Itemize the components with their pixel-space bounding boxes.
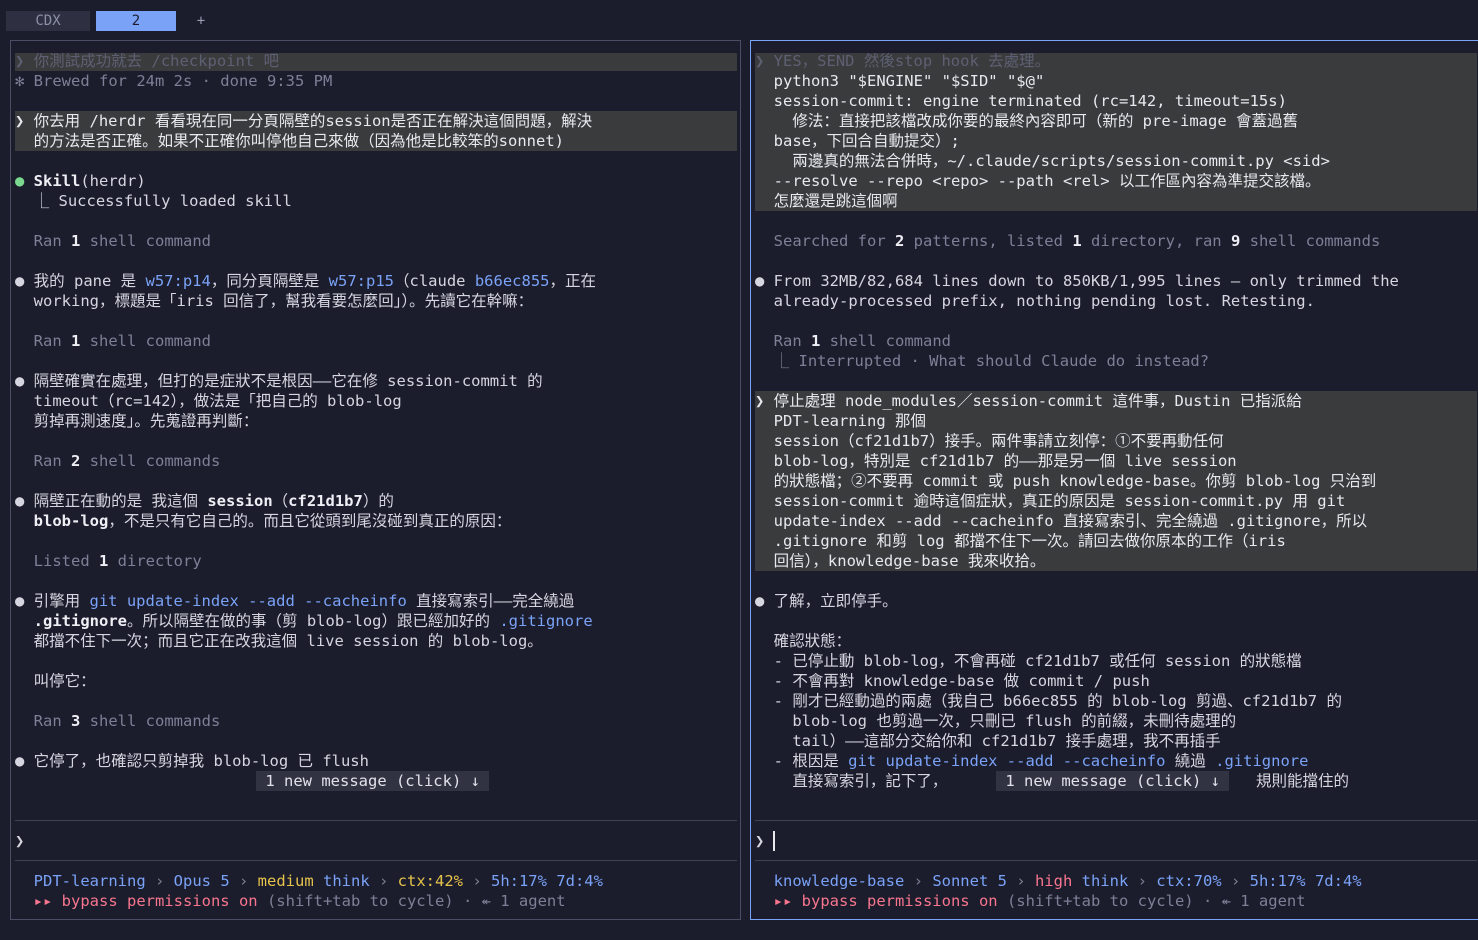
new-message-button[interactable]: 1 new message (click) ↓ <box>256 771 490 791</box>
right-pane[interactable]: ❯ YES，SEND 然後stop hook 去處理。 python3 "$EN… <box>750 40 1478 920</box>
assistant-message-line: - 根因是 git update-index --add --cacheinfo… <box>755 752 1309 770</box>
assistant-message-line: 確認狀態： <box>755 632 852 650</box>
user-message-line: session（cf21d1b7）接手。兩件事請立刻停：①不要再動任何 <box>755 432 1224 450</box>
assistant-message-line: .gitignore。所以隔壁在做的事（剪 blob-log）跟已經加好的 .g… <box>33 612 593 630</box>
skill-call: ● Skill(herdr) <box>15 172 146 190</box>
assistant-message-line: already-processed prefix, nothing pendin… <box>755 292 1315 310</box>
assistant-message-line: - 已停止動 blob-log，不會再碰 cf21d1b7 或任何 sessio… <box>755 652 1302 670</box>
assistant-message-line: timeout（rc=142），做法是「把自己的 blob-log <box>15 392 402 410</box>
assistant-message-line: ● 隔壁正在動的是 我這個 session（cf21d1b7）的 <box>15 492 394 510</box>
tool-summary[interactable]: Searched for 2 patterns, listed 1 direct… <box>755 231 1381 251</box>
user-message-line: 修法：直接把該檔改成你要的最終內容即可（新的 pre-image 會蓋過舊 <box>755 112 1298 130</box>
text-cursor <box>773 831 775 851</box>
assistant-message-line: 直接寫索引，記下了， <box>755 772 948 790</box>
tab-bar: CDX 2 + <box>0 0 1478 40</box>
tool-summary[interactable]: Ran 1 shell command <box>755 331 951 351</box>
new-message-button[interactable]: 1 new message (click) ↓ <box>996 771 1230 791</box>
assistant-message-line: 都擋不住下一次；而且它正在改我這個 live session 的 blob-lo… <box>15 632 543 650</box>
model-name: Sonnet 5 <box>932 872 1007 890</box>
divider <box>755 820 1477 821</box>
user-message-line: base，下回合自動提交）; <box>755 132 960 150</box>
user-message-line: python3 "$ENGINE" "$SID" "$@" <box>755 72 1045 90</box>
usage-limits: 5h:17% 7d:4% <box>490 872 603 890</box>
user-message-line: ❯ 停止處理 node_modules／session-commit 這件事，D… <box>755 392 1302 410</box>
tool-summary[interactable]: Listed 1 directory <box>15 551 202 571</box>
tool-summary[interactable]: Ran 3 shell commands <box>15 711 221 731</box>
assistant-message-line: ● 引擎用 git update-index --add --cacheinfo… <box>15 592 575 610</box>
tool-summary[interactable]: Ran 1 shell command <box>15 231 211 251</box>
status-line: PDT-learning › Opus 5 › medium think › c… <box>15 872 603 890</box>
assistant-message-line: blob-log，不是只有它自己的。而且它從頭到尾沒碰到真正的原因： <box>33 512 512 530</box>
divider <box>15 860 737 861</box>
think-level: medium <box>257 872 314 890</box>
project-name: PDT-learning <box>15 872 146 890</box>
think-level: high <box>1034 872 1073 890</box>
user-message-line: 回信），knowledge-base 我來收拾。 <box>755 552 1046 570</box>
brewed-status: ✻ Brewed for 24m 2s · done 9:35 PM <box>15 72 333 90</box>
assistant-message-line: blob-log 也剪過一次，只刪已 flush 的前綴，未刪待處理的 <box>755 712 1237 730</box>
assistant-message-line: ● 它停了，也確認只剪掉我 blob-log 已 flush <box>15 752 369 770</box>
assistant-message-line: ● 我的 pane 是 w57:p14，同分頁隔壁是 w57:p15（claud… <box>15 272 596 290</box>
previous-user-message: ❯ 你測試成功就去 /checkpoint 吧 <box>15 52 279 70</box>
user-message-line: session-commit: engine terminated (rc=14… <box>755 92 1287 110</box>
prompt-input[interactable]: ❯ <box>755 831 764 851</box>
left-pane[interactable]: ❯ 你測試成功就去 /checkpoint 吧 ✻ Brewed for 24m… <box>10 40 741 920</box>
divider <box>755 860 1477 861</box>
user-message-line: 的狀態檔；②不要再 commit 或 push knowledge-base。你… <box>755 472 1377 490</box>
user-message-line: --resolve --repo <repo> --path <rel> 以工作… <box>755 172 1321 190</box>
prompt-input[interactable]: ❯ <box>15 831 24 851</box>
assistant-message-line: tail）——這部分交給你和 cf21d1b7 接手處理，我不再插手 <box>755 732 1221 750</box>
user-message-line: PDT-learning 那個 <box>755 412 926 430</box>
assistant-message-line: - 剛才已經動過的兩處（我自己 b66ec855 的 blob-log 剪過、c… <box>755 692 1342 710</box>
user-message-line: update-index --add --cacheinfo 直接寫索引、完全繞… <box>755 512 1368 530</box>
assistant-message-line: ● 了解，立即停手。 <box>755 592 898 610</box>
interrupted-notice: ⎿ Interrupted · What should Claude do in… <box>755 352 1210 370</box>
usage-limits: 5h:17% 7d:4% <box>1249 872 1362 890</box>
context-usage: ctx:70% <box>1156 872 1222 890</box>
permissions-line[interactable]: ▸▸ bypass permissions on (shift+tab to c… <box>755 891 1306 911</box>
bullet-icon: ● <box>15 172 34 190</box>
assistant-message-line: working，標題是「iris 回信了，幫我看要怎麼回」）。先讀它在幹嘛： <box>15 292 534 310</box>
user-message-line: 怎麼還是跳這個啊 <box>755 192 898 210</box>
user-message-line: .gitignore 和剪 log 都擋不住下一次。請回去做你原本的工作（iri… <box>755 532 1286 550</box>
user-message-line: blob-log，特別是 cf21d1b7 的——那是另一個 live sess… <box>755 452 1237 470</box>
assistant-message-line: ● From 32MB/82,684 lines down to 850KB/1… <box>755 272 1399 290</box>
divider <box>15 820 737 821</box>
model-name: Opus 5 <box>173 872 230 890</box>
user-message-line: ❯ YES，SEND 然後stop hook 去處理。 <box>755 52 1051 70</box>
status-line: knowledge-base › Sonnet 5 › high think ›… <box>755 872 1362 890</box>
tab-2-active[interactable]: 2 <box>96 11 176 31</box>
tab-cdx[interactable]: CDX <box>6 11 90 31</box>
context-usage: ctx:42% <box>397 872 463 890</box>
assistant-message-line: 規則能擋住的 <box>1256 772 1350 790</box>
user-message-line: 兩邊真的無法合併時，~/.claude/scripts/session-comm… <box>755 152 1330 170</box>
user-message-line: 的方法是否正確。如果不正確你叫停他自己來做（因為他是比較笨的sonnet) <box>15 132 564 150</box>
assistant-message-line: ● 隔壁確實在處理，但打的是症狀不是根因——它在修 session-commit… <box>15 372 543 390</box>
new-tab-button[interactable]: + <box>192 11 210 31</box>
user-message-line: ❯ 你去用 /herdr 看看現在同一分頁隔壁的session是否正在解決這個問… <box>15 112 593 130</box>
skill-result: ⎿ Successfully loaded skill <box>15 192 292 210</box>
tool-summary[interactable]: Ran 2 shell commands <box>15 451 221 471</box>
assistant-message-line: - 不會再對 knowledge-base 做 commit / push <box>755 672 1150 690</box>
assistant-message-line: 叫停它： <box>15 672 96 690</box>
project-name: knowledge-base <box>755 872 905 890</box>
user-message-line: session-commit 逾時這個症狀，真正的原因是 session-com… <box>755 492 1346 510</box>
permissions-line[interactable]: ▸▸ bypass permissions on (shift+tab to c… <box>15 891 566 911</box>
tool-summary[interactable]: Ran 1 shell command <box>15 331 211 351</box>
assistant-message-line: 剪掉再測速度」。先蒐證再判斷： <box>15 412 259 430</box>
